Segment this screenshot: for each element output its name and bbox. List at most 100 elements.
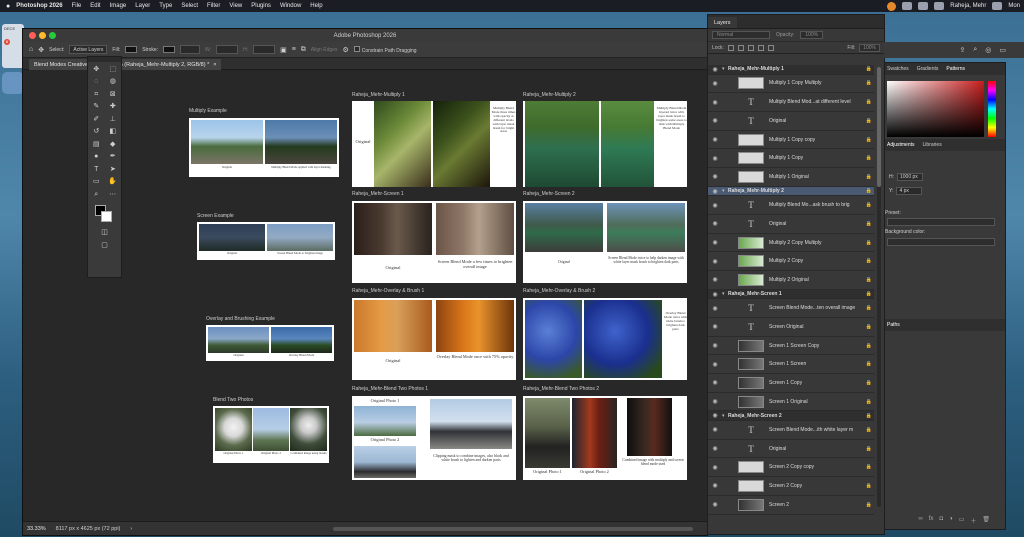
layer-row[interactable]: ◉ Multiply 2 Copy 🔒 — [708, 252, 874, 272]
layer-row[interactable]: ◉ Screen 1 Original 🔒 — [708, 393, 874, 412]
visibility-eye-icon[interactable]: ◉ — [708, 412, 722, 419]
blend-mode-dropdown[interactable]: Normal — [712, 31, 770, 39]
artboard-screen2[interactable]: Original Screen Blend Mode twice to help… — [523, 201, 687, 283]
artboard-multiply-example[interactable]: Original Multiply Blend Mode applied wit… — [189, 118, 339, 177]
menu-type[interactable]: Type — [159, 3, 172, 9]
tools-panel-grip[interactable] — [88, 57, 121, 62]
menu-filter[interactable]: Filter — [207, 3, 220, 9]
fill-swatch[interactable] — [125, 46, 138, 53]
visibility-eye-icon[interactable]: ◉ — [708, 220, 722, 227]
lock-position-icon[interactable] — [747, 44, 754, 51]
wifi-icon[interactable] — [934, 2, 945, 10]
artboard-screen1[interactable]: Original Screen Blend Mode a few times t… — [352, 201, 516, 283]
visibility-eye-icon[interactable]: ◉ — [708, 66, 722, 73]
apple-icon[interactable]: ● — [6, 3, 10, 10]
path-ops-icon[interactable]: ⧉ — [301, 46, 306, 54]
menubar-user[interactable]: Raheja, Mehr — [950, 3, 986, 9]
layer-style-icon[interactable]: fx — [929, 516, 934, 528]
hue-slider[interactable] — [988, 81, 996, 137]
tab-gradients[interactable]: Gradients — [917, 66, 939, 72]
layer-row[interactable]: ◉ T Multiply Blend Mo...ask brush to brig 🔒 — [708, 196, 874, 215]
layer-row[interactable]: ◉ T Original 🔒 — [708, 440, 874, 459]
pen-tool-icon[interactable]: ✒ — [108, 152, 117, 161]
quick-mask-icon[interactable]: ◫ — [100, 228, 109, 237]
stroke-swatch[interactable] — [163, 46, 176, 53]
layer-row[interactable]: ◉ Multiply 1 Copy copy 🔒 — [708, 131, 874, 150]
delete-layer-icon[interactable]: 🗑 — [982, 516, 990, 528]
menu-select[interactable]: Select — [181, 3, 198, 9]
gear-icon[interactable]: ⚙ — [342, 46, 348, 54]
artboard-blend-two-example[interactable]: Original Photo 1 Original Photo 2 Combin… — [213, 406, 329, 463]
layer-row[interactable]: ◉ T Original 🔒 — [708, 215, 874, 234]
layer-row[interactable]: ◉ Screen 1 Screen 🔒 — [708, 355, 874, 375]
minimize-window-button[interactable] — [39, 32, 46, 39]
clone-stamp-tool-icon[interactable]: ⊥ — [108, 115, 117, 124]
layer-row[interactable]: ◉ Multiply 1 Copy 🔒 — [708, 149, 874, 169]
desktop-widget[interactable] — [2, 72, 24, 94]
tab-patterns[interactable]: Patterns — [946, 66, 965, 72]
lock-artboard-icon[interactable] — [757, 44, 764, 51]
lock-all-icon[interactable] — [767, 44, 774, 51]
layer-row[interactable]: ◉ T Screen Blend Mode...ith white layer m 🔒 — [708, 421, 874, 440]
quick-select-tool-icon[interactable]: ◍ — [108, 77, 117, 86]
zoom-level[interactable]: 33.33% — [27, 526, 46, 532]
y-field[interactable]: 4 px — [896, 187, 923, 195]
layer-row[interactable]: ◉ Screen 2 Copy copy 🔒 — [708, 458, 874, 478]
menubar-clock[interactable]: Mon — [1008, 3, 1020, 9]
home-icon[interactable]: ⌂ — [29, 46, 33, 53]
visibility-eye-icon[interactable]: ◉ — [708, 202, 722, 209]
workspace-icon[interactable]: ▭ — [999, 46, 1006, 54]
blur-tool-icon[interactable]: ◆ — [108, 140, 117, 149]
layer-group-row[interactable]: ◉ ▾ Raheja_Mehr-Screen 2 🔒 — [708, 411, 874, 422]
visibility-eye-icon[interactable]: ◉ — [708, 258, 722, 265]
visibility-eye-icon[interactable]: ◉ — [708, 80, 722, 87]
move-tool-icon[interactable]: ✥ — [92, 65, 101, 74]
artboard-blend2[interactable]: Original Photo 1 Original Photo 2 Combin… — [523, 396, 687, 480]
crop-tool-icon[interactable]: ⌗ — [92, 90, 101, 99]
frame-tool-icon[interactable]: ⊠ — [108, 90, 117, 99]
type-tool-icon[interactable]: T — [92, 165, 101, 174]
artboard-screen-example[interactable]: Original Screen Blend Mode to brighten i… — [197, 222, 335, 260]
lock-transparency-icon[interactable] — [727, 44, 734, 51]
layers-scrollbar-thumb[interactable] — [877, 67, 881, 187]
screen-mode-icon[interactable]: ▢ — [100, 241, 109, 250]
tab-libraries[interactable]: Libraries — [923, 142, 942, 148]
microphone-icon[interactable] — [887, 1, 897, 11]
layer-row[interactable]: ◉ T Multiply Blend Mod...at different leve… — [708, 93, 874, 112]
status-arrow-icon[interactable]: › — [130, 526, 132, 532]
more-tools-icon[interactable]: ⋯ — [108, 190, 117, 199]
artboard-overlay-example[interactable]: Original Overlay Blend Mode — [206, 325, 334, 361]
align-icon[interactable]: ▣ — [280, 46, 287, 54]
rectangle-tool-icon[interactable]: ▭ — [92, 177, 101, 186]
opacity-field[interactable]: 100% — [800, 31, 824, 39]
add-mask-icon[interactable]: ◘ — [939, 516, 943, 528]
color-picker-field[interactable] — [887, 81, 984, 137]
close-window-button[interactable] — [29, 32, 36, 39]
menu-image[interactable]: Image — [110, 3, 127, 9]
artboard-blend1[interactable]: Original Photo 1 Original Photo 2 Clippi… — [352, 396, 516, 480]
artboard-multiply2[interactable]: Multiply Blend Mode layered twice with l… — [523, 101, 687, 187]
visibility-eye-icon[interactable]: ◉ — [708, 398, 722, 405]
visibility-eye-icon[interactable]: ◉ — [708, 305, 722, 312]
menu-help[interactable]: Help — [310, 3, 322, 9]
visibility-eye-icon[interactable]: ◉ — [708, 445, 722, 452]
visibility-eye-icon[interactable]: ◉ — [708, 155, 722, 162]
visibility-eye-icon[interactable]: ◉ — [708, 361, 722, 368]
h-field[interactable] — [253, 45, 276, 54]
close-tab-icon[interactable]: × — [213, 62, 216, 68]
adjustment-layer-icon[interactable]: ◑ — [949, 516, 953, 528]
background-color-dropdown[interactable] — [887, 238, 995, 246]
visibility-eye-icon[interactable]: ◉ — [708, 426, 722, 433]
zoom-window-button[interactable] — [49, 32, 56, 39]
visibility-eye-icon[interactable]: ◉ — [708, 188, 722, 195]
menu-edit[interactable]: Edit — [90, 3, 100, 9]
history-brush-tool-icon[interactable]: ↺ — [92, 127, 101, 136]
align-edges-label[interactable]: Align Edges — [311, 47, 338, 53]
layer-group-row[interactable]: ◉ ▾ Raheja_Mehr-Screen 1 🔒 — [708, 289, 874, 300]
layers-scrollbar[interactable] — [877, 67, 881, 507]
menu-plugins[interactable]: Plugins — [251, 3, 271, 9]
tab-swatches[interactable]: Swatches — [887, 66, 909, 72]
visibility-eye-icon[interactable]: ◉ — [708, 323, 722, 330]
artboard-overlay2[interactable]: Overlay Blend Mode twice with white brus… — [523, 298, 687, 380]
tab-adjustments[interactable]: Adjustments — [887, 142, 915, 148]
